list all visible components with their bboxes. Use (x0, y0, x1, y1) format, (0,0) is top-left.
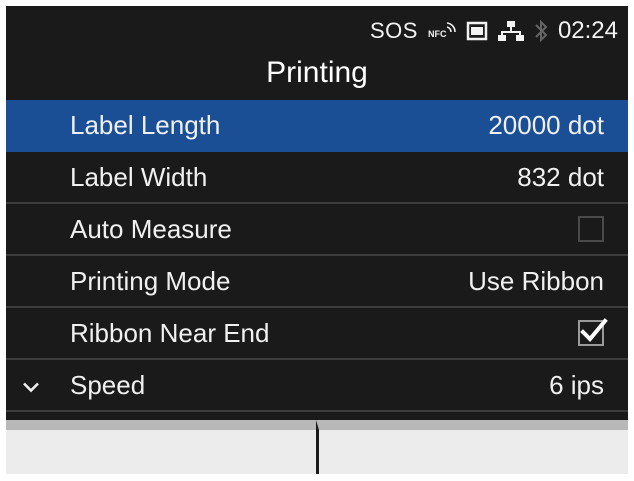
printer-display: SOS NFC 02:24 Printing Label Length 2000… (6, 6, 628, 474)
bluetooth-icon (534, 19, 548, 43)
checkmark-icon (580, 318, 608, 342)
setting-label-width[interactable]: Label Width 832 dot (6, 152, 628, 204)
setting-label: Ribbon Near End (70, 317, 270, 348)
function-key-left[interactable] (6, 420, 316, 474)
network-icon (497, 20, 524, 42)
sos-indicator: SOS (369, 18, 418, 43)
auto-measure-checkbox[interactable] (578, 216, 604, 242)
setting-value: 832 dot (517, 161, 604, 192)
setting-label: Label Width (70, 161, 208, 192)
setting-speed[interactable]: Speed 6 ips (6, 360, 628, 412)
setting-value: 6 ips (549, 369, 604, 400)
page-title: Printing (266, 56, 368, 89)
nfc-icon: NFC (428, 21, 456, 41)
svg-text:NFC: NFC (428, 29, 447, 39)
setting-label-length[interactable]: Label Length 20000 dot (6, 100, 628, 152)
sd-card-icon (466, 20, 488, 42)
setting-auto-measure[interactable]: Auto Measure (6, 204, 628, 256)
settings-list: Label Length 20000 dot Label Width 832 d… (6, 100, 628, 412)
clock: 02:24 (557, 17, 618, 44)
setting-printing-mode[interactable]: Printing Mode Use Ribbon (6, 256, 628, 308)
function-key-right[interactable] (315, 420, 628, 474)
setting-label: Printing Mode (70, 265, 231, 296)
ribbon-near-end-checkbox[interactable] (578, 318, 608, 346)
setting-label: Auto Measure (70, 213, 232, 244)
setting-value: 20000 dot (488, 109, 604, 140)
status-bar: SOS NFC 02:24 (370, 14, 618, 48)
setting-value: Use Ribbon (468, 265, 604, 296)
function-key-bar (6, 420, 628, 474)
setting-label: Label Length (70, 109, 221, 140)
setting-ribbon-near-end[interactable]: Ribbon Near End (6, 308, 628, 360)
setting-label: Speed (70, 369, 146, 400)
chevron-down-icon (22, 370, 40, 401)
